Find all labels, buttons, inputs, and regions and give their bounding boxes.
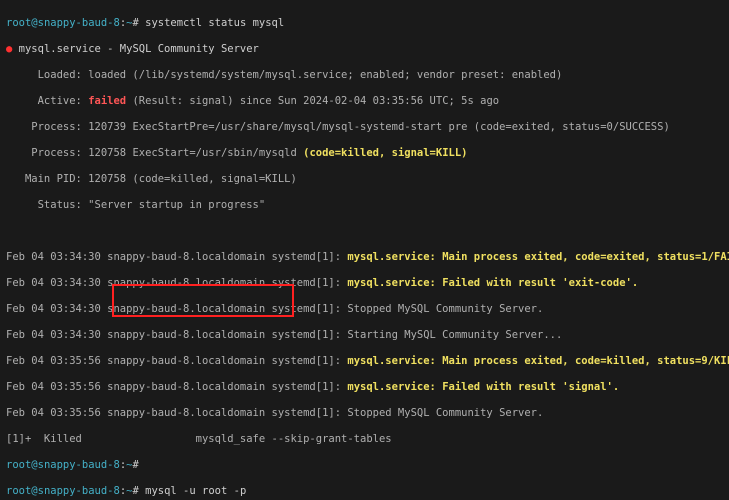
prompt-line[interactable]: root@snappy-baud-8:~# mysql -u root -p [6,485,723,498]
cmd-status: systemctl status mysql [145,17,284,29]
terminal-output[interactable]: root@snappy-baud-8:~# systemctl status m… [0,0,729,500]
prompt-line[interactable]: root@snappy-baud-8:~# [6,459,723,472]
log-line-3: Feb 04 03:34:30 snappy-baud-8.localdomai… [6,303,723,316]
log-line-5: Feb 04 03:35:56 snappy-baud-8.localdomai… [6,355,723,368]
service-header: ● mysql.service - MySQL Community Server [6,43,723,56]
prompt-line[interactable]: root@snappy-baud-8:~# systemctl status m… [6,17,723,30]
active-line: Active: failed (Result: signal) since Su… [6,95,723,108]
active-failed: failed [88,95,126,107]
log-line-6: Feb 04 03:35:56 snappy-baud-8.localdomai… [6,381,723,394]
log-line-7: Feb 04 03:35:56 snappy-baud-8.localdomai… [6,407,723,420]
log-line-1: Feb 04 03:34:30 snappy-baud-8.localdomai… [6,251,723,264]
loaded-line: Loaded: loaded (/lib/systemd/system/mysq… [6,69,723,82]
process-killed: (code=killed, signal=KILL) [303,147,467,159]
blank-line [6,225,723,238]
prompt-host: snappy-baud-8 [38,17,120,29]
bullet-icon: ● [6,43,12,55]
status-text-line: Status: "Server startup in progress" [6,199,723,212]
prompt-user: root [6,17,31,29]
prompt-hash: # [132,17,138,29]
process-line-2: Process: 120758 ExecStart=/usr/sbin/mysq… [6,147,723,160]
job-killed-line: [1]+ Killed mysqld_safe --skip-grant-tab… [6,433,723,446]
mainpid-line: Main PID: 120758 (code=killed, signal=KI… [6,173,723,186]
process-line-1: Process: 120739 ExecStartPre=/usr/share/… [6,121,723,134]
log-line-4: Feb 04 03:34:30 snappy-baud-8.localdomai… [6,329,723,342]
log-line-2: Feb 04 03:34:30 snappy-baud-8.localdomai… [6,277,723,290]
cmd-login-1: mysql -u root -p [145,485,246,497]
